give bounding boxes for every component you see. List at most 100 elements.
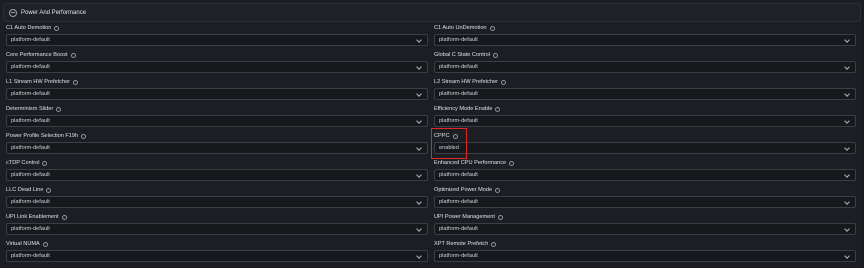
setting-select[interactable]: platform-default (6, 223, 428, 235)
field-label-text: cTDP Control (6, 160, 40, 166)
field-label: Power Profile Selection F19h (6, 132, 428, 140)
field-label-text: UPI Power Management (434, 214, 495, 220)
chevron-down-icon[interactable] (416, 64, 422, 70)
power-performance-panel: Power And Performance C1 Auto Demotion pl… (0, 0, 864, 268)
chevron-down-icon[interactable] (416, 37, 422, 43)
chevron-down-icon[interactable] (416, 172, 422, 178)
info-icon[interactable] (61, 214, 67, 220)
info-icon[interactable] (42, 241, 48, 247)
field-label: cTDP Control (6, 159, 428, 167)
select-value: platform-default (439, 37, 478, 43)
field-label: Enhanced CPU Performance (434, 159, 856, 167)
field-label: C1 Auto UnDemotion (434, 24, 856, 32)
setting-select[interactable]: platform-default (434, 196, 856, 208)
chevron-down-icon[interactable] (416, 118, 422, 124)
info-icon[interactable] (70, 52, 76, 58)
chevron-down-icon[interactable] (844, 172, 850, 178)
info-icon[interactable] (491, 241, 497, 247)
setting-select[interactable]: platform-default (6, 34, 428, 46)
field-label-text: Global C State Control (434, 52, 490, 58)
field-label: UPI Power Management (434, 213, 856, 221)
field-label-text: Core Performance Boost (6, 52, 68, 58)
chevron-down-icon[interactable] (844, 91, 850, 97)
chevron-down-icon[interactable] (844, 37, 850, 43)
field-label: L1 Stream HW Prefetcher (6, 78, 428, 86)
setting-select[interactable]: platform-default (6, 169, 428, 181)
chevron-down-icon[interactable] (416, 253, 422, 259)
section-header[interactable]: Power And Performance (3, 3, 861, 22)
chevron-down-icon[interactable] (844, 145, 850, 151)
field-label: Efficiency Mode Enable (434, 105, 856, 113)
setting-field: XPT Remote Prefetch platform-default (434, 240, 856, 262)
field-label-text: C1 Auto UnDemotion (434, 25, 487, 31)
field-label: CPPC (434, 132, 856, 140)
field-label-text: Virtual NUMA (6, 241, 40, 247)
setting-select[interactable]: platform-default (6, 196, 428, 208)
setting-select[interactable]: platform-default (434, 115, 856, 127)
field-label: Virtual NUMA (6, 240, 428, 248)
chevron-down-icon[interactable] (844, 64, 850, 70)
setting-field: Optimized Power Mode platform-default (434, 186, 856, 208)
collapse-icon[interactable] (9, 8, 17, 17)
info-icon[interactable] (489, 25, 495, 31)
field-label-text: Power Profile Selection F19h (6, 133, 79, 139)
info-icon[interactable] (56, 106, 62, 112)
info-icon[interactable] (42, 160, 48, 166)
setting-select[interactable]: platform-default (6, 250, 428, 262)
setting-select[interactable]: platform-default (434, 34, 856, 46)
setting-select[interactable]: platform-default (6, 142, 428, 154)
highlight-box (431, 128, 467, 159)
setting-field: Global C State Control platform-default (434, 51, 856, 73)
info-icon[interactable] (501, 79, 507, 85)
select-value: platform-default (11, 226, 50, 232)
info-icon[interactable] (495, 106, 501, 112)
field-label-text: L1 Stream HW Prefetcher (6, 79, 71, 85)
setting-select[interactable]: platform-default (434, 61, 856, 73)
field-label-text: L2 Stream HW Prefetcher (434, 79, 499, 85)
setting-select[interactable]: platform-default (6, 115, 428, 127)
info-icon[interactable] (509, 160, 515, 166)
info-icon[interactable] (81, 133, 87, 139)
setting-field: CPPC enabled (434, 132, 856, 154)
info-icon[interactable] (46, 187, 52, 193)
info-icon[interactable] (54, 25, 60, 31)
info-icon[interactable] (492, 52, 498, 58)
setting-field: L1 Stream HW Prefetcher platform-default (6, 78, 428, 100)
setting-select[interactable]: platform-default (434, 88, 856, 100)
chevron-down-icon[interactable] (416, 226, 422, 232)
info-icon[interactable] (73, 79, 79, 85)
select-value: platform-default (439, 253, 478, 259)
field-label: C1 Auto Demotion (6, 24, 428, 32)
select-value: platform-default (439, 199, 478, 205)
field-label-text: C1 Auto Demotion (6, 25, 52, 31)
setting-field: Power Profile Selection F19h platform-def… (6, 132, 428, 154)
chevron-down-icon[interactable] (844, 226, 850, 232)
setting-field: Virtual NUMA platform-default (6, 240, 428, 262)
field-label-text: Optimized Power Mode (434, 187, 493, 193)
info-icon[interactable] (495, 187, 501, 193)
select-value: platform-default (11, 118, 50, 124)
chevron-down-icon[interactable] (844, 253, 850, 259)
setting-select[interactable]: platform-default (434, 223, 856, 235)
field-label-text: Efficiency Mode Enable (434, 106, 493, 112)
setting-field: Core Performance Boost platform-default (6, 51, 428, 73)
setting-field: LLC Dead Line platform-default (6, 186, 428, 208)
setting-select[interactable]: platform-default (6, 88, 428, 100)
chevron-down-icon[interactable] (416, 145, 422, 151)
setting-select[interactable]: platform-default (6, 61, 428, 73)
select-value: platform-default (11, 253, 50, 259)
field-label-text: UPI Link Enablement (6, 214, 59, 220)
info-icon[interactable] (497, 214, 503, 220)
field-label: Core Performance Boost (6, 51, 428, 59)
select-value: platform-default (439, 64, 478, 70)
setting-field: Efficiency Mode Enable platform-default (434, 105, 856, 127)
chevron-down-icon[interactable] (416, 199, 422, 205)
setting-select[interactable]: enabled (434, 142, 856, 154)
setting-select[interactable]: platform-default (434, 169, 856, 181)
chevron-down-icon[interactable] (844, 199, 850, 205)
select-value: platform-default (439, 226, 478, 232)
select-value: platform-default (11, 199, 50, 205)
chevron-down-icon[interactable] (844, 118, 850, 124)
chevron-down-icon[interactable] (416, 91, 422, 97)
setting-select[interactable]: platform-default (434, 250, 856, 262)
